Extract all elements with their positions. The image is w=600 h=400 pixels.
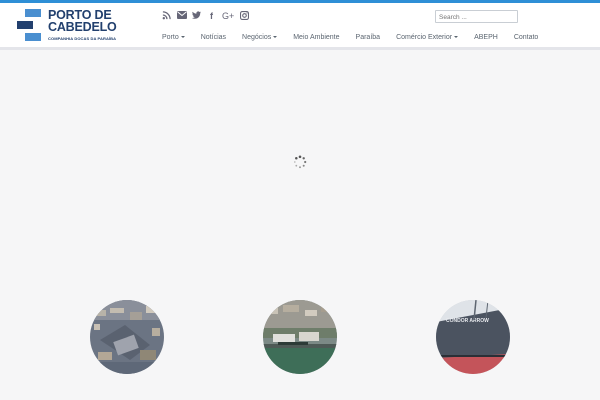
logo-mark-icon [17, 9, 41, 41]
nav-item-label: Meio Ambiente [293, 34, 340, 41]
caret-down-icon [180, 36, 185, 38]
feature-image-port[interactable] [263, 300, 337, 374]
nav-item-label: ABEPH [474, 34, 498, 41]
envelope-icon[interactable] [177, 11, 187, 21]
feature-image-city[interactable] [90, 300, 164, 374]
feature-image-ship[interactable]: CONDOR ARROW [436, 300, 510, 374]
caret-down-icon [454, 36, 459, 38]
loading-spinner-icon [293, 155, 307, 169]
google-plus-icon[interactable]: G+ [222, 11, 234, 21]
nav-item-abeph[interactable]: ABEPH [466, 33, 506, 45]
nav-item-label: Comércio Exterior [396, 34, 453, 41]
nav-item-porto[interactable]: Porto [154, 33, 193, 45]
caret-down-icon [273, 36, 278, 38]
site-header: PORTO DE CABEDELO COMPANHIA DOCAS DA PAR… [0, 3, 600, 47]
nav-item-label: Contato [513, 34, 539, 41]
nav-item-label: Paraíba [355, 34, 381, 41]
nav-item-contato[interactable]: Contato [506, 33, 547, 45]
rss-icon[interactable] [162, 11, 171, 21]
aerial-city-photo-icon [90, 300, 164, 374]
nav-item-noticias[interactable]: Notícias [193, 33, 234, 45]
ship-hull-photo-icon: CONDOR ARROW [436, 300, 510, 374]
twitter-icon[interactable] [192, 11, 201, 21]
svg-text:CONDOR ARROW: CONDOR ARROW [446, 318, 489, 324]
aerial-port-photo-icon [263, 300, 337, 374]
nav-item-label: Notícias [200, 34, 227, 41]
main-nav: Porto Notícias Negócios Meio Ambiente Paraíb… [154, 33, 546, 45]
facebook-icon[interactable]: f [207, 11, 216, 21]
nav-item-negocios[interactable]: Negócios [234, 33, 285, 45]
nav-item-label: Porto [162, 34, 179, 41]
hero-slider: CONDOR ARROW [0, 47, 600, 400]
nav-item-label: Negócios [242, 34, 272, 41]
instagram-icon[interactable] [240, 11, 250, 21]
nav-item-paraiba[interactable]: Paraíba [348, 33, 389, 45]
logo-subtitle: COMPANHIA DOCAS DA PARAÍBA [48, 36, 117, 41]
social-icons: f G+ [162, 10, 250, 22]
search-input[interactable] [435, 10, 518, 23]
nav-item-meio-ambiente[interactable]: Meio Ambiente [285, 33, 347, 45]
logo-title-line2: CABEDELO [48, 20, 117, 34]
nav-item-comercio-exterior[interactable]: Comércio Exterior [388, 33, 466, 45]
site-logo[interactable]: PORTO DE CABEDELO COMPANHIA DOCAS DA PAR… [17, 9, 127, 45]
